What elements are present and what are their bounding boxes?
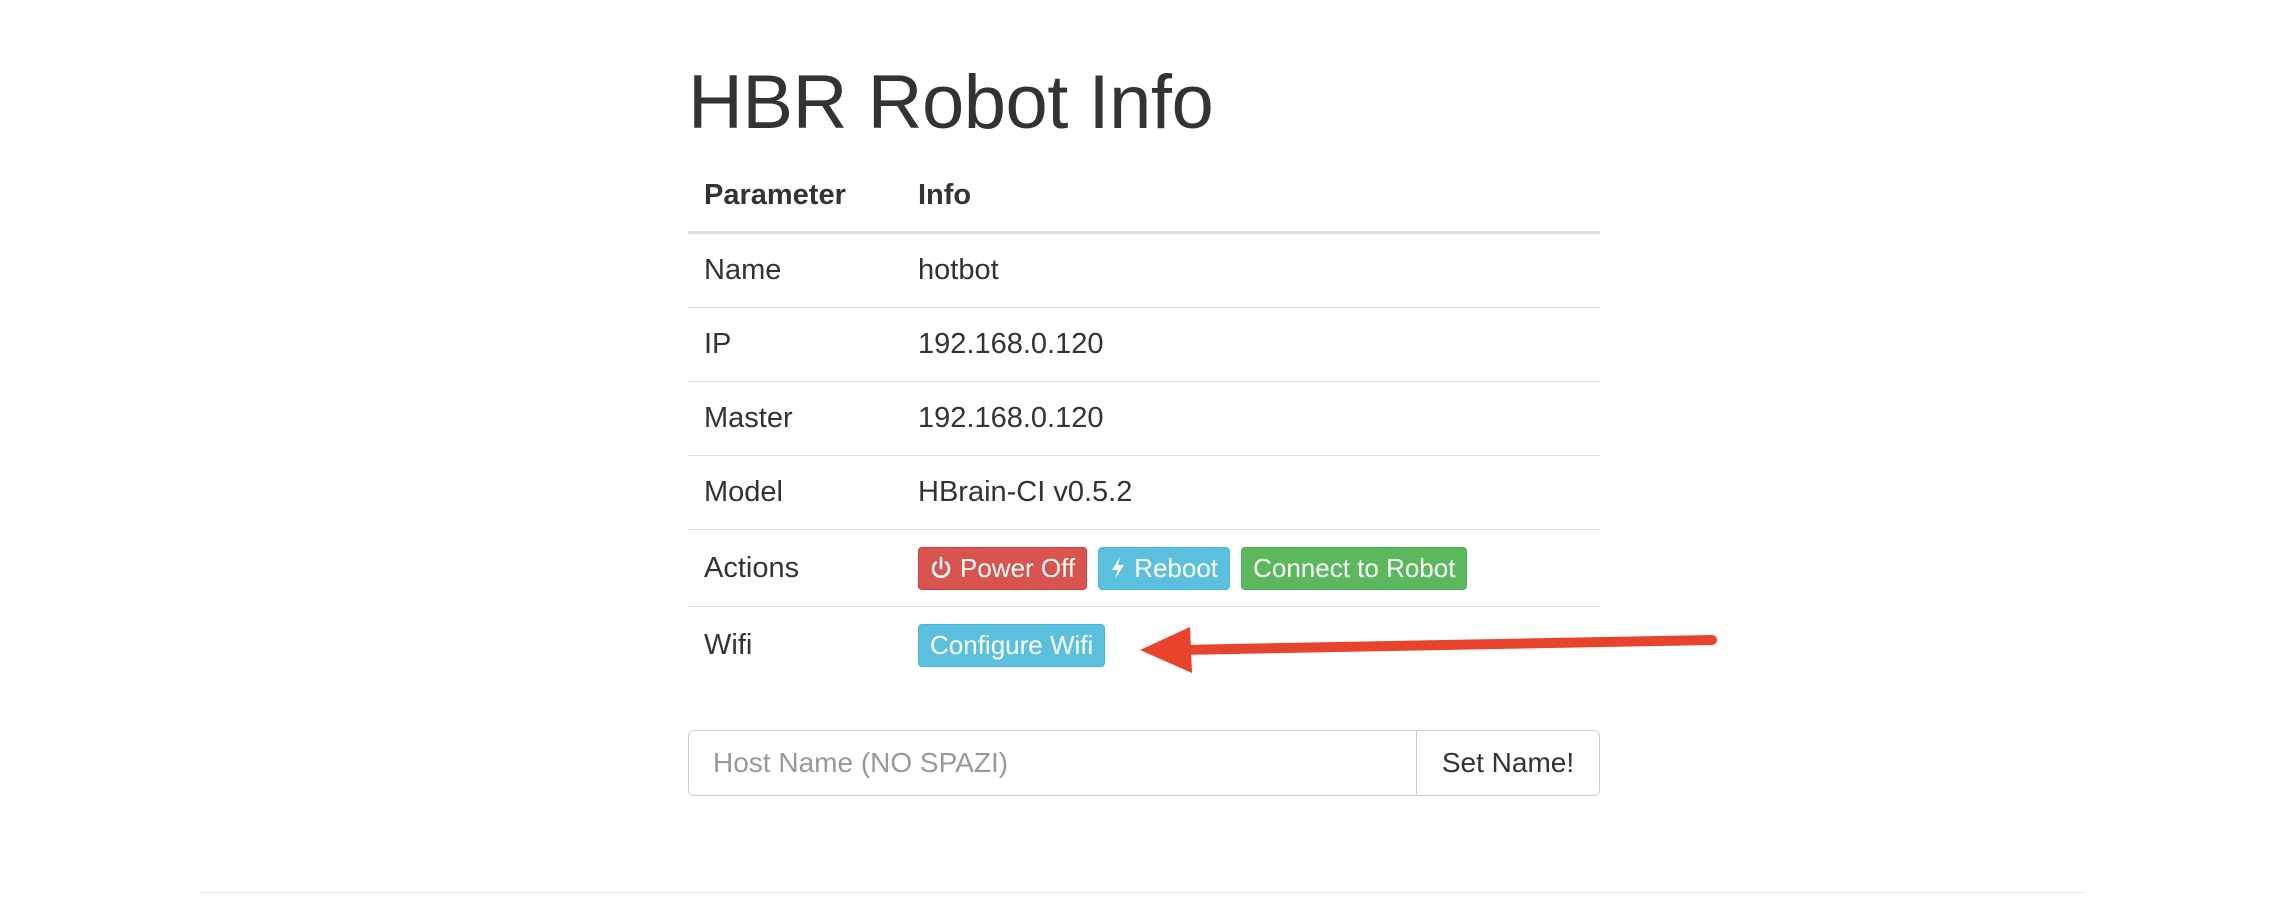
- param-label: Name: [688, 232, 902, 308]
- param-value: 192.168.0.120: [902, 381, 1600, 456]
- wifi-cell: Configure Wifi: [902, 607, 1600, 684]
- page-title: HBR Robot Info: [688, 60, 1214, 145]
- header-parameter: Parameter: [688, 160, 902, 234]
- table-row-model: Model HBrain-CI v0.5.2: [688, 455, 1600, 530]
- hostname-input[interactable]: [688, 730, 1417, 796]
- set-name-label: Set Name!: [1441, 747, 1575, 778]
- set-name-button[interactable]: Set Name!: [1417, 730, 1600, 796]
- connect-label: Connect to Robot: [1253, 552, 1456, 583]
- robot-info-table: Parameter Info Name hotbot IP 192.168.0.…: [688, 160, 1600, 683]
- table-row-wifi: Wifi Configure Wifi: [688, 607, 1600, 684]
- power-off-button[interactable]: Power Off: [918, 546, 1088, 590]
- power-icon: [930, 556, 952, 580]
- param-label: Wifi: [704, 628, 753, 661]
- table-header-row: Parameter Info: [688, 160, 1600, 234]
- connect-to-robot-button[interactable]: Connect to Robot: [1241, 546, 1468, 590]
- table-row-master: Master 192.168.0.120: [688, 381, 1600, 456]
- power-off-label: Power Off: [960, 552, 1076, 583]
- param-value: HBrain-CI v0.5.2: [902, 455, 1600, 530]
- param-value: 192.168.0.120: [902, 307, 1600, 382]
- param-label: Model: [688, 455, 902, 530]
- param-value: hotbot: [902, 232, 1600, 308]
- param-label: IP: [688, 307, 902, 382]
- configure-wifi-label: Configure Wifi: [930, 629, 1094, 660]
- configure-wifi-button[interactable]: Configure Wifi: [918, 623, 1106, 667]
- table-row-actions: Actions Power Off Reboot Connect to Robo…: [688, 529, 1600, 607]
- param-label: Actions: [688, 529, 902, 607]
- reboot-button[interactable]: Reboot: [1098, 546, 1231, 590]
- bolt-icon: [1110, 556, 1126, 580]
- table-row-name: Name hotbot: [688, 232, 1600, 308]
- header-info: Info: [902, 160, 1600, 234]
- actions-cell: Power Off Reboot Connect to Robot: [902, 529, 1600, 607]
- param-label: Master: [688, 381, 902, 456]
- table-row-ip: IP 192.168.0.120: [688, 307, 1600, 382]
- reboot-label: Reboot: [1134, 552, 1219, 583]
- hostname-form: Set Name!: [688, 730, 1600, 796]
- footer-divider: [200, 892, 2086, 893]
